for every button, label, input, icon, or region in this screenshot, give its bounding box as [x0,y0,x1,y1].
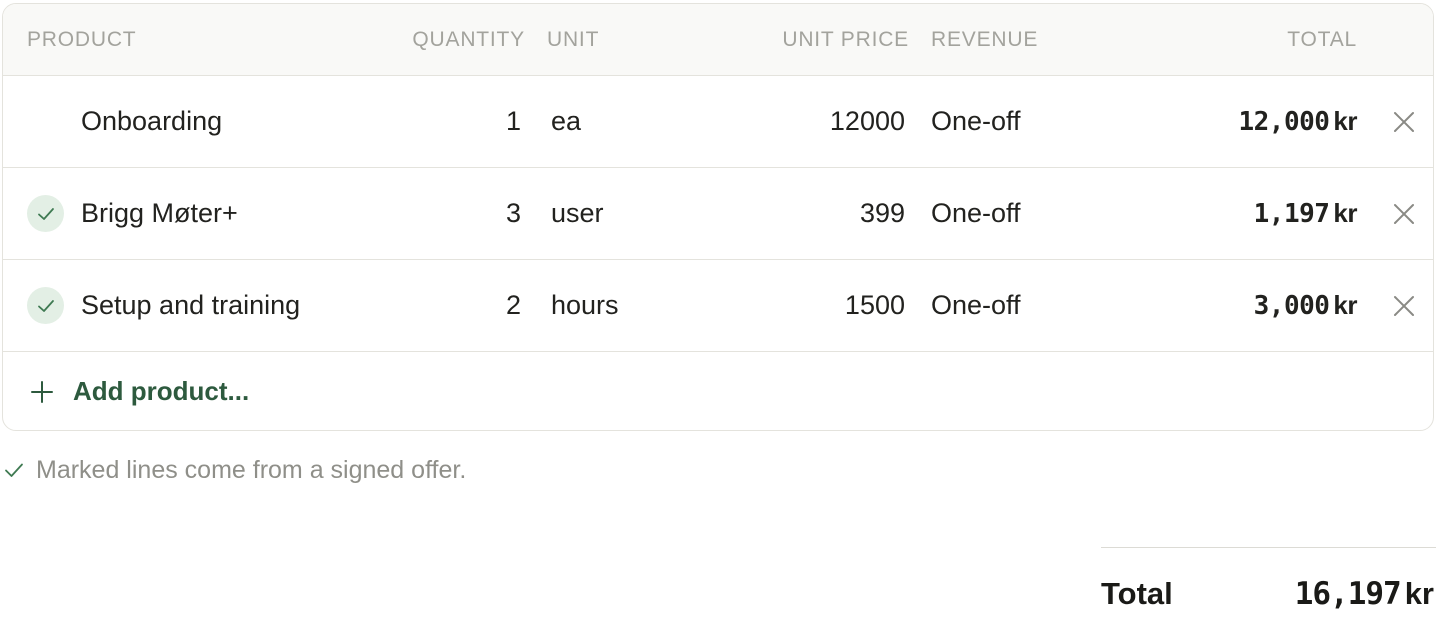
column-header-quantity: QUANTITY [412,28,525,51]
remove-line-button[interactable] [1389,199,1419,229]
quantity-value[interactable]: 2 [506,289,521,321]
check-icon [37,207,54,220]
column-header-product: PRODUCT [27,28,137,51]
column-header-revenue: REVENUE [931,28,1039,51]
product-name[interactable]: Setup and training [81,289,300,321]
line-total: 12,000 kr [1239,105,1358,138]
column-header-unit-price: UNIT PRICE [782,28,909,51]
quantity-value[interactable]: 3 [506,197,521,229]
grand-total-label: Total [1101,576,1173,611]
revenue-type[interactable]: One-off [931,289,1021,321]
line-total-currency: kr [1333,106,1357,136]
table-row: Onboarding 1 ea 12000 One-off 12,000 kr [3,76,1433,168]
add-product-label: Add product... [73,376,250,406]
unit-price-value[interactable]: 399 [860,197,905,229]
check-icon [5,463,23,477]
note-text: Marked lines come from a signed offer. [36,455,467,484]
unit-value[interactable]: hours [551,289,619,321]
unit-value[interactable]: user [551,197,604,229]
line-total-currency: kr [1333,290,1357,320]
close-icon [1394,112,1414,132]
grand-total-value: 16,197 kr [1295,576,1434,612]
line-total: 1,197 kr [1253,197,1358,230]
line-total-amount: 1,197 [1253,199,1330,229]
quantity-value[interactable]: 1 [506,105,521,137]
grand-total-currency: kr [1404,576,1434,611]
product-name[interactable]: Onboarding [81,105,222,137]
unit-price-value[interactable]: 1500 [845,289,905,321]
close-icon [1394,204,1414,224]
plus-icon [31,381,53,403]
signed-offer-badge [27,195,64,232]
add-product-button[interactable]: Add product... [3,352,1433,430]
table-row: Brigg Møter+ 3 user 399 One-off 1,197 kr [3,168,1433,260]
signed-offer-note: Marked lines come from a signed offer. [4,455,466,485]
revenue-type[interactable]: One-off [931,197,1021,229]
column-header-unit: UNIT [547,28,600,51]
unit-value[interactable]: ea [551,105,581,137]
product-name[interactable]: Brigg Møter+ [81,197,238,229]
summary-divider [1101,547,1436,548]
close-icon [1394,296,1414,316]
table-row: Setup and training 2 hours 1500 One-off … [3,260,1433,352]
unit-price-value[interactable]: 12000 [830,105,905,137]
line-total: 3,000 kr [1253,289,1358,322]
remove-line-button[interactable] [1389,107,1419,137]
revenue-type[interactable]: One-off [931,105,1021,137]
product-lines-table: PRODUCT QUANTITY UNIT UNIT PRICE REVENUE… [2,3,1434,431]
column-header-total: TOTAL [1287,28,1357,51]
line-total-amount: 3,000 [1253,291,1330,321]
signed-offer-badge [27,287,64,324]
line-total-amount: 12,000 [1238,107,1330,137]
table-header: PRODUCT QUANTITY UNIT UNIT PRICE REVENUE… [3,4,1433,76]
grand-total-amount: 16,197 [1294,576,1402,612]
remove-line-button[interactable] [1389,291,1419,321]
line-total-currency: kr [1333,198,1357,228]
check-icon [37,299,54,312]
